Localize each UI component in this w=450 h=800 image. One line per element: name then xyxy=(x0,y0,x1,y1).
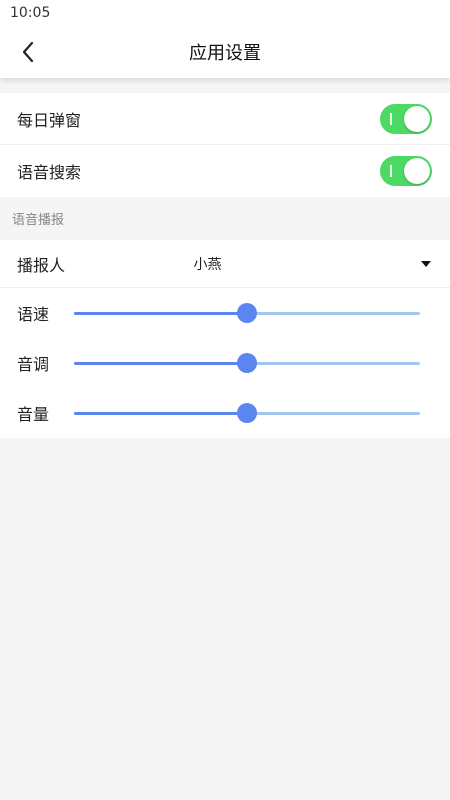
voice-broadcast-section-header: 语音播报 xyxy=(0,197,450,240)
speed-slider[interactable] xyxy=(74,303,420,323)
speed-label: 语速 xyxy=(17,305,50,324)
voice-search-label: 语音搜索 xyxy=(17,163,82,182)
pitch-label: 音调 xyxy=(17,355,50,374)
volume-slider[interactable] xyxy=(74,403,420,423)
volume-label: 音量 xyxy=(17,405,50,424)
chevron-left-icon xyxy=(22,41,34,63)
voice-broadcast-section: 播报人 小燕 语速 音调 音量 xyxy=(0,240,450,438)
pitch-row: 音调 xyxy=(0,338,450,388)
status-time: 10:05 xyxy=(10,5,51,21)
status-bar: 10:05 xyxy=(0,0,450,26)
speaker-label: 播报人 xyxy=(17,256,66,275)
volume-slider-thumb[interactable] xyxy=(237,403,257,423)
caret-down-icon[interactable] xyxy=(421,261,431,267)
app-bar: 应用设置 xyxy=(0,26,450,78)
pitch-slider-thumb[interactable] xyxy=(237,353,257,373)
voice-search-row: 语音搜索 xyxy=(0,145,450,197)
toggle-section: 每日弹窗 语音搜索 xyxy=(0,93,450,197)
page-title: 应用设置 xyxy=(189,43,261,64)
volume-row: 音量 xyxy=(0,388,450,438)
back-button[interactable] xyxy=(6,26,50,78)
toggle-knob xyxy=(404,106,430,132)
speaker-value[interactable]: 小燕 xyxy=(92,254,323,274)
volume-slider-fill xyxy=(74,412,247,415)
toggle-knob xyxy=(404,158,430,184)
top-gap xyxy=(0,78,450,93)
speed-slider-thumb[interactable] xyxy=(237,303,257,323)
pitch-slider-fill xyxy=(74,362,247,365)
daily-popup-row: 每日弹窗 xyxy=(0,93,450,145)
daily-popup-toggle[interactable] xyxy=(380,104,432,134)
speed-slider-fill xyxy=(74,312,247,315)
speaker-row[interactable]: 播报人 小燕 xyxy=(0,240,450,288)
voice-search-toggle[interactable] xyxy=(380,156,432,186)
speed-row: 语速 xyxy=(0,288,450,338)
daily-popup-label: 每日弹窗 xyxy=(17,111,82,130)
pitch-slider[interactable] xyxy=(74,353,420,373)
